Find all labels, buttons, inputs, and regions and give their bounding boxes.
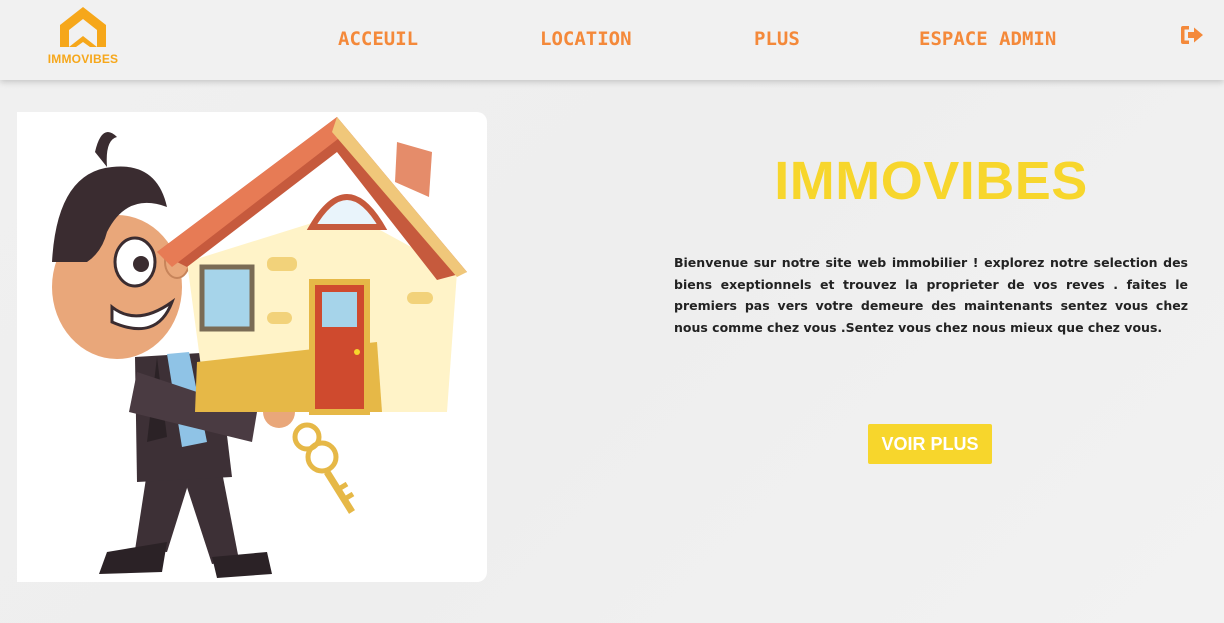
- nav-link-location[interactable]: LOCATION: [540, 28, 632, 50]
- logo[interactable]: IMMOVIBES: [46, 3, 120, 69]
- sign-out-icon[interactable]: [1180, 24, 1204, 46]
- nav-link-acceuil[interactable]: ACCEUIL: [338, 28, 418, 50]
- nav-link-espace-admin[interactable]: ESPACE ADMIN: [919, 28, 1056, 50]
- man-carrying-house-illustration: [17, 112, 487, 582]
- nav-link-plus[interactable]: PLUS: [754, 28, 800, 50]
- logo-text: IMMOVIBES: [47, 52, 119, 66]
- hero-title: IMMOVIBES: [774, 151, 1088, 211]
- voir-plus-button[interactable]: VOIR PLUS: [868, 424, 992, 464]
- navbar: IMMOVIBES ACCEUIL LOCATION PLUS ESPACE A…: [0, 0, 1224, 80]
- hero-description: Bienvenue sur notre site web immobilier …: [674, 255, 1188, 335]
- logo-house-icon: [60, 7, 106, 47]
